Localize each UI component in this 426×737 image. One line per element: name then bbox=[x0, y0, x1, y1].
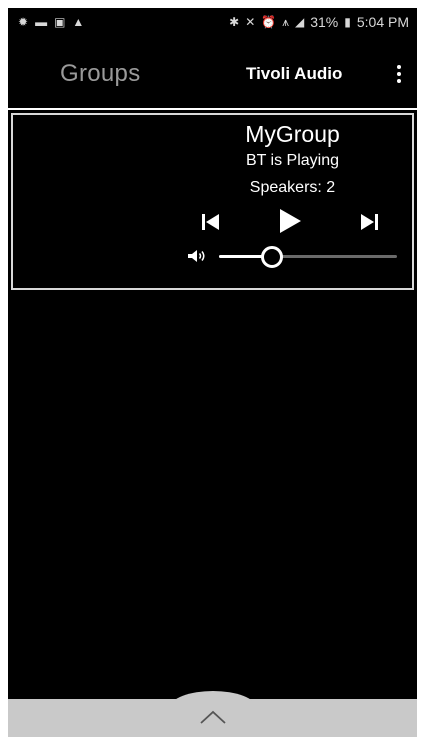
mute-icon: ✕ bbox=[245, 15, 256, 29]
status-right-icons: ✱ ✕ ⏰ ⩚ ◢ 31% ▮ 5:04 PM bbox=[229, 14, 409, 30]
clock: 5:04 PM bbox=[356, 14, 409, 30]
group-card[interactable]: MyGroup BT is Playing Speakers: 2 bbox=[11, 113, 414, 290]
volume-icon bbox=[187, 249, 207, 263]
battery-icon: ▮ bbox=[344, 15, 351, 29]
volume-slider[interactable] bbox=[219, 246, 397, 268]
app-screen: ✹ ▬ ▣ ▲ ✱ ✕ ⏰ ⩚ ◢ 31% ▮ 5:04 PM Groups T… bbox=[8, 8, 417, 737]
previous-track-button[interactable] bbox=[198, 209, 224, 235]
skip-next-icon bbox=[361, 214, 378, 230]
page-title: Groups bbox=[60, 60, 141, 87]
warning-icon: ▲ bbox=[72, 15, 85, 29]
group-status: BT is Playing bbox=[245, 152, 340, 169]
status-bar: ✹ ▬ ▣ ▲ ✱ ✕ ⏰ ⩚ ◢ 31% ▮ 5:04 PM bbox=[8, 8, 417, 38]
speaker-count: Speakers: 2 bbox=[249, 179, 336, 196]
image-icon: ▣ bbox=[54, 15, 66, 29]
signal-icon: ◢ bbox=[294, 15, 305, 29]
play-button[interactable] bbox=[274, 206, 304, 236]
bluetooth-icon: ✱ bbox=[229, 15, 240, 29]
notification-icon: ▬ bbox=[35, 15, 48, 29]
app-bar: Groups Tivoli Audio bbox=[8, 38, 417, 110]
battery-percent: 31% bbox=[310, 14, 339, 30]
skip-previous-icon bbox=[202, 214, 219, 230]
group-name: MyGroup bbox=[245, 121, 340, 147]
alarm-icon: ⏰ bbox=[261, 15, 277, 29]
status-left-icons: ✹ ▬ ▣ ▲ bbox=[18, 15, 84, 29]
chevron-up-icon bbox=[200, 710, 226, 724]
brand-logo: Tivoli Audio bbox=[246, 64, 343, 83]
settings-icon: ✹ bbox=[18, 15, 29, 29]
play-icon bbox=[280, 209, 301, 233]
next-track-button[interactable] bbox=[356, 209, 382, 235]
volume-thumb[interactable] bbox=[261, 246, 284, 268]
more-vert-icon[interactable] bbox=[389, 60, 409, 88]
wifi-icon: ⩚ bbox=[282, 15, 289, 29]
expand-button[interactable] bbox=[170, 691, 256, 737]
